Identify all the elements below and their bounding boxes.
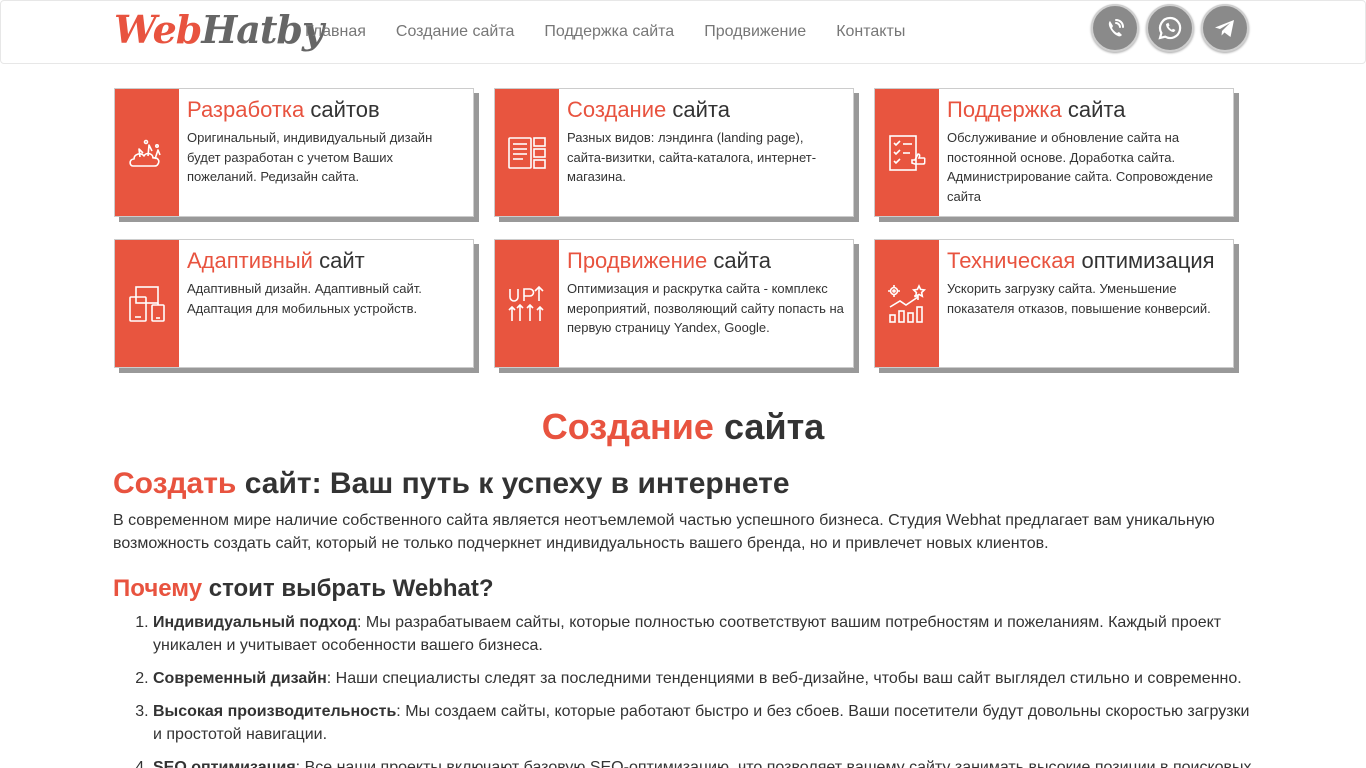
reasons-list: Индивидуальный подход: Мы разрабатываем … <box>153 611 1258 768</box>
messenger-links <box>1091 4 1249 52</box>
article-heading-rest: сайт: Ваш путь к успеху в интернете <box>236 467 790 500</box>
card-title-rest: сайта <box>1061 97 1126 122</box>
card-text: Ускорить загрузку сайта. Уменьшение пока… <box>947 281 1211 316</box>
card-title-accent: Адаптивный <box>187 248 313 273</box>
list-item: SEO оптимизация: Все наши проекты включа… <box>153 756 1258 768</box>
list-item: Высокая производительность: Мы создаем с… <box>153 700 1258 746</box>
service-card-promotion[interactable]: Продвижение сайта Оптимизация и раскрутк… <box>494 239 854 368</box>
service-card-adaptive[interactable]: Адаптивный сайт Адаптивный дизайн. Адапт… <box>114 239 474 368</box>
nav-link-contacts[interactable]: Контакты <box>821 1 920 63</box>
card-title-rest: оптимизация <box>1075 248 1215 273</box>
logo-part-1: Web <box>114 7 202 52</box>
article-heading-accent: Создать <box>113 467 237 500</box>
list-item-text: : Наши специалисты следят за последними … <box>326 670 1242 687</box>
main-nav: Главная Создание сайта Поддержка сайта П… <box>290 1 920 63</box>
whatsapp-icon[interactable] <box>1146 4 1194 52</box>
services-grid: Разработка сайтов Оригинальный, индивиду… <box>114 88 1238 368</box>
card-title-rest: сайта <box>666 97 730 122</box>
nav-link-home[interactable]: Главная <box>290 1 381 63</box>
card-title: Разработка сайтов <box>187 97 465 123</box>
service-card-optimization[interactable]: Техническая оптимизация Ускорить загрузк… <box>874 239 1234 368</box>
list-item-text: : Все наши проекты включают базовую SEO-… <box>295 759 1252 768</box>
card-title-accent: Создание <box>567 97 667 122</box>
card-title: Техническая оптимизация <box>947 248 1225 274</box>
card-title-accent: Поддержка <box>947 97 1062 122</box>
nav-link-support[interactable]: Поддержка сайта <box>529 1 689 63</box>
card-title-accent: Разработка <box>187 97 305 122</box>
card-title: Поддержка сайта <box>947 97 1225 123</box>
card-title-rest: сайт <box>312 248 365 273</box>
section-title-rest: сайта <box>713 406 825 447</box>
article-heading: Создать сайт: Ваш путь к успеху в интерн… <box>113 464 790 504</box>
reasons-heading-accent: Почему <box>113 575 203 602</box>
section-title: Создание сайта <box>0 404 1366 450</box>
devices-icon <box>115 240 179 367</box>
card-title-accent: Продвижение <box>567 248 708 273</box>
card-text: Адаптивный дизайн. Адаптивный сайт. Адап… <box>187 281 422 316</box>
reasons-heading: Почему стоит выбрать Webhat? <box>113 572 494 606</box>
checklist-thumbs-up-icon <box>875 89 939 216</box>
list-item: Современный дизайн: Наши специалисты сле… <box>153 667 1258 690</box>
list-item: Индивидуальный подход: Мы разрабатываем … <box>153 611 1258 657</box>
list-item-bold: SEO оптимизация <box>153 759 296 768</box>
card-title: Адаптивный сайт <box>187 248 465 274</box>
card-text: Обслуживание и обновление сайта на посто… <box>947 130 1213 204</box>
card-title: Продвижение сайта <box>567 248 845 274</box>
nav-link-create-site[interactable]: Создание сайта <box>381 1 530 63</box>
viber-icon[interactable] <box>1091 4 1139 52</box>
telegram-icon[interactable] <box>1201 4 1249 52</box>
card-title-rest: сайтов <box>304 97 380 122</box>
service-card-creation[interactable]: Создание сайта Разных видов: лэндинга (l… <box>494 88 854 217</box>
card-text: Разных видов: лэндинга (landing page), с… <box>567 130 817 184</box>
growth-chart-gears-icon <box>875 240 939 367</box>
navbar: WebHatby Главная Создание сайта Поддержк… <box>0 0 1366 64</box>
card-text: Оригинальный, индивидуальный дизайн буде… <box>187 130 433 184</box>
service-card-support[interactable]: Поддержка сайта Обслуживание и обновлени… <box>874 88 1234 217</box>
card-title: Создание сайта <box>567 97 845 123</box>
nav-link-promotion[interactable]: Продвижение <box>689 1 821 63</box>
service-card-development[interactable]: Разработка сайтов Оригинальный, индивиду… <box>114 88 474 217</box>
list-item-bold: Высокая производительность <box>153 703 397 720</box>
card-title-rest: сайта <box>707 248 771 273</box>
card-title-accent: Техническая <box>947 248 1076 273</box>
reasons-heading-rest: стоит выбрать Webhat? <box>202 575 494 602</box>
up-arrows-icon <box>495 240 559 367</box>
layout-blocks-icon <box>495 89 559 216</box>
list-item-bold: Современный дизайн <box>153 670 327 687</box>
section-title-accent: Создание <box>541 406 714 447</box>
card-text: Оптимизация и раскрутка сайта - комплекс… <box>567 281 844 335</box>
list-item-bold: Индивидуальный подход <box>153 614 357 631</box>
rocket-cloud-icon <box>115 89 179 216</box>
intro-paragraph: В современном мире наличие собственного … <box>113 512 1215 552</box>
